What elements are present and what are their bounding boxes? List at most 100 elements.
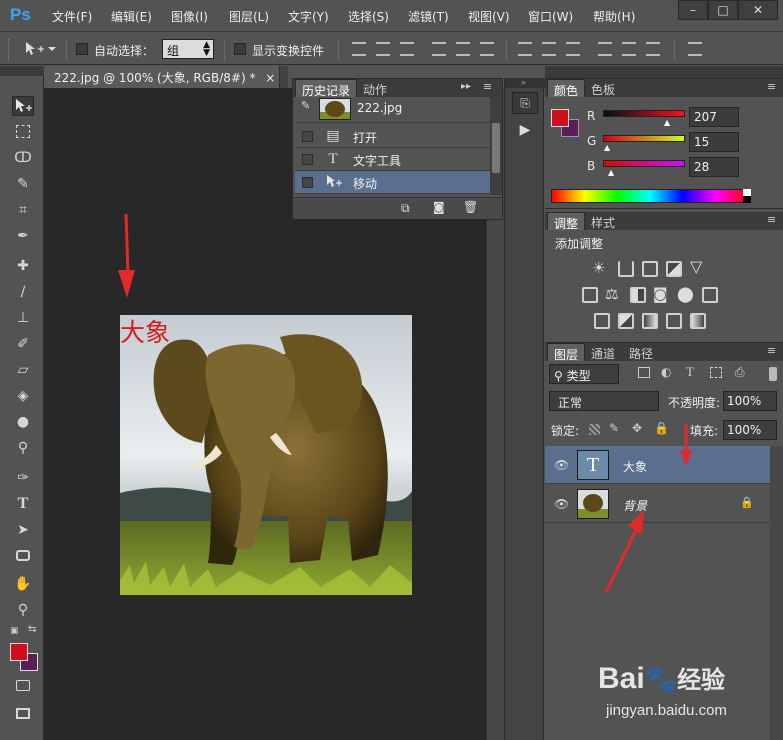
color-lookup-icon[interactable] [702,287,718,303]
tab-actions[interactable]: 动作 [357,79,393,97]
move-tool-icon[interactable] [12,96,34,116]
hand-tool-icon[interactable]: ✋ [12,574,34,594]
color-balance-icon[interactable]: ⚖ [605,285,618,303]
red-slider-thumb[interactable]: ▲ [664,118,670,127]
black-swatch[interactable] [743,196,751,203]
distribute-top-icon[interactable] [518,42,532,56]
hue-saturation-icon[interactable] [582,287,598,303]
distribute-vcenter-icon[interactable] [542,42,556,56]
menu-select[interactable]: 选择(S) [348,8,389,25]
collapse-panel-icon[interactable]: ▸▸ [461,81,471,92]
trash-icon[interactable]: 🗑 [463,200,478,214]
grip-handle[interactable] [8,39,10,61]
distribute-bottom-icon[interactable] [566,42,580,56]
shape-tool-icon[interactable] [12,546,34,566]
lock-position-icon[interactable]: ✥ [632,421,642,435]
fill-input[interactable]: 100% [723,420,777,440]
default-colors-icon[interactable]: ▣ [10,626,19,636]
align-left-icon[interactable] [432,42,446,56]
blue-slider-thumb[interactable]: ▲ [608,168,614,177]
foreground-color-swatch[interactable] [551,109,569,127]
history-source-checkbox[interactable] [302,177,313,188]
quick-select-tool-icon[interactable]: ✎ [12,174,34,194]
distribute-hcenter-icon[interactable] [622,42,636,56]
exposure-icon[interactable] [666,261,682,277]
dodge-tool-icon[interactable]: ⚲ [12,438,34,458]
tab-layers[interactable]: 图层 [547,343,586,362]
threshold-icon[interactable] [642,313,658,329]
menu-view[interactable]: 视图(V) [468,8,510,25]
align-hcenter-icon[interactable] [456,42,470,56]
layers-scrollbar[interactable] [770,446,783,740]
white-swatch[interactable] [743,189,751,196]
distribute-left-icon[interactable] [598,42,612,56]
zoom-tool-icon[interactable]: ⚲ [12,600,34,620]
align-right-icon[interactable] [480,42,494,56]
brightness-contrast-icon[interactable]: ☀ [592,259,605,277]
eyedropper-tool-icon[interactable]: ✒ [12,226,34,246]
posterize-icon[interactable] [618,313,634,329]
invert-icon[interactable] [594,313,610,329]
green-slider[interactable] [603,135,685,142]
menu-window[interactable]: 窗口(W) [528,8,573,25]
opacity-input[interactable]: 100% [723,391,777,411]
paint-bucket-tool-icon[interactable]: ◈ [12,386,34,406]
menu-edit[interactable]: 编辑(E) [111,8,152,25]
layer-name[interactable]: 大象 [623,458,647,475]
align-bottom-icon[interactable] [400,42,414,56]
swap-colors-icon[interactable]: ⇆ [28,624,36,635]
lock-pixels-icon[interactable]: ✎ [609,421,619,435]
history-item-type-tool[interactable]: T 文字工具 [295,148,490,171]
history-snapshot[interactable]: ✎ 222.jpg [295,97,490,123]
align-top-icon[interactable] [352,42,366,56]
marquee-tool-icon[interactable] [12,122,34,142]
minimize-button[interactable]: – [678,0,708,20]
layer-row-text[interactable]: 👁 T 大象 [545,446,770,484]
close-button[interactable]: ✕ [738,0,778,20]
actions-panel-icon[interactable]: ▶ [512,120,538,142]
gradient-map-icon[interactable] [690,313,706,329]
screen-mode-icon[interactable] [12,704,34,724]
visibility-eye-icon[interactable]: 👁 [554,458,569,472]
menu-layer[interactable]: 图层(L) [229,8,269,25]
history-item-move[interactable]: 移动 [295,171,490,194]
tab-color[interactable]: 颜色 [547,79,586,98]
collapse-dock-icon[interactable]: » [505,78,545,88]
channel-mixer-icon[interactable]: ⬤ [677,285,694,303]
eraser-tool-icon[interactable]: ▱ [12,360,34,380]
clone-stamp-tool-icon[interactable]: ⊥ [12,308,34,328]
history-scrollbar[interactable] [490,97,502,195]
close-document-icon[interactable]: × [265,71,275,85]
pen-tool-icon[interactable]: ✑ [12,468,34,488]
menu-type[interactable]: 文字(Y) [288,8,329,25]
lock-transparent-icon[interactable] [589,424,600,435]
lock-all-icon[interactable]: 🔒 [654,421,669,435]
move-tool-preset-icon[interactable] [24,41,58,57]
camera-icon[interactable]: ◙ [433,200,445,214]
tab-paths[interactable]: 路径 [623,343,659,361]
filter-type-icon[interactable]: T [686,364,694,380]
tab-styles[interactable]: 样式 [585,212,621,230]
selective-color-icon[interactable] [666,313,682,329]
layer-row-background[interactable]: 👁 背景 🔒 [545,485,770,523]
history-source-checkbox[interactable] [302,131,313,142]
document-tab[interactable]: 222.jpg @ 100% (大象, RGB/8#) * × [44,66,280,88]
tab-history[interactable]: 历史记录 [295,79,358,98]
panel-menu-icon[interactable]: ≡ [767,213,776,226]
tab-swatches[interactable]: 色板 [585,79,621,97]
filter-smart-object-icon[interactable]: ⎙ [735,365,745,380]
healing-brush-tool-icon[interactable]: ✚ [12,256,34,276]
color-spectrum-ramp[interactable] [551,189,749,203]
quick-mask-icon[interactable] [12,676,34,696]
red-value-input[interactable]: 207 [689,107,739,127]
history-panel-icon[interactable]: ⎘ [512,92,538,114]
green-value-input[interactable]: 15 [689,132,739,152]
history-brush-tool-icon[interactable]: ✐ [12,334,34,354]
menu-filter[interactable]: 滤镜(T) [408,8,449,25]
brush-tool-icon[interactable]: ∕ [12,282,34,302]
menu-image[interactable]: 图像(I) [171,8,208,25]
tab-adjustments[interactable]: 调整 [547,212,586,231]
align-vcenter-icon[interactable] [376,42,390,56]
blend-mode-dropdown[interactable]: 正常 [549,391,659,411]
layer-filter-dropdown[interactable]: ⚲ 类型 [549,364,619,384]
